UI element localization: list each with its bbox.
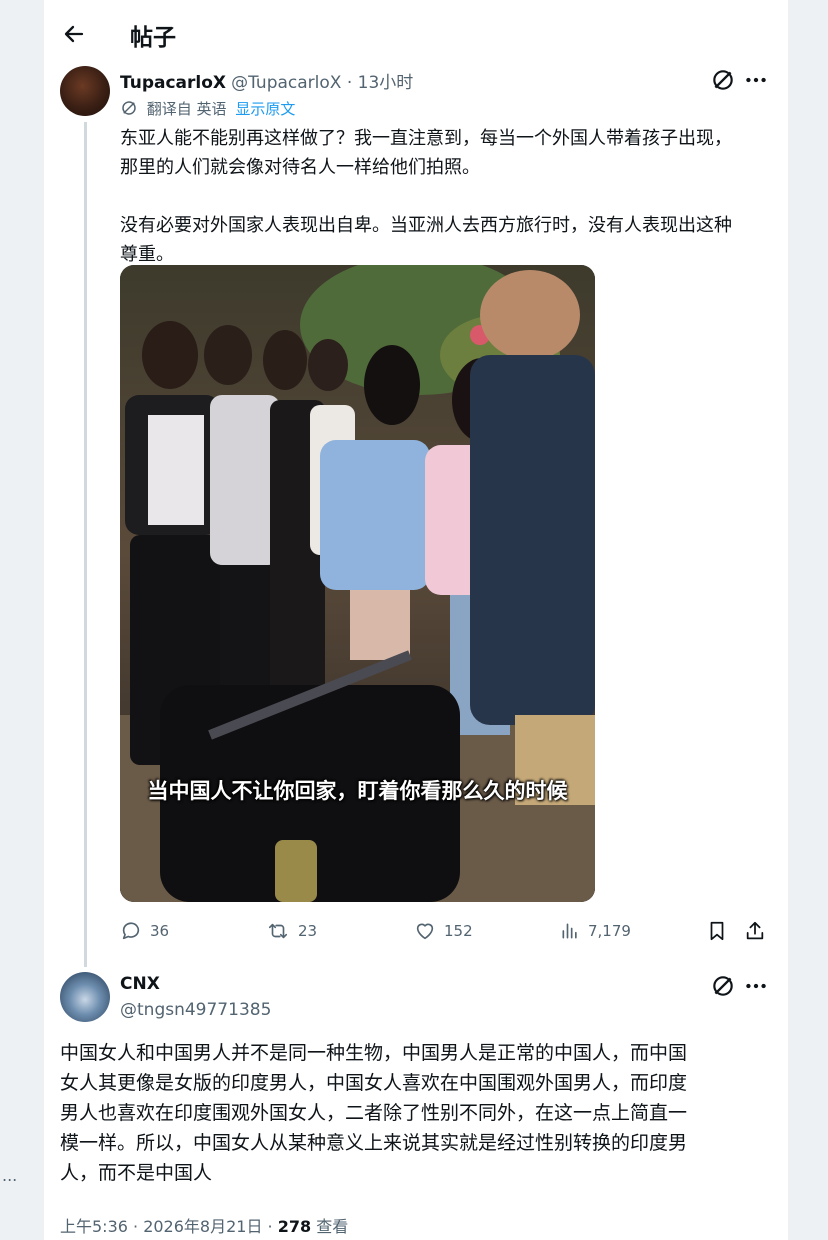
- time-separator: ·: [341, 73, 358, 93]
- author-handle[interactable]: @TupacarloX: [231, 73, 341, 93]
- post-text: 东亚人能不能别再这样做了？我一直注意到，每当一个外国人带着孩子出现， 那里的人们…: [120, 128, 732, 265]
- grok-icon[interactable]: [710, 67, 736, 93]
- author-name[interactable]: TupacarloX: [120, 73, 226, 93]
- views-count: 7,179: [588, 922, 631, 940]
- avatar[interactable]: [60, 972, 110, 1022]
- post-video[interactable]: 当中国人不让你回家，盯着你看那么久的时候: [120, 265, 595, 902]
- reply-text: 中国女人和中国男人并不是同一种生物，中国男人是正常的中国人，而中国 女人其更像是…: [60, 1042, 688, 1184]
- post-time[interactable]: 13小时: [358, 73, 414, 93]
- reply-icon: [122, 922, 140, 940]
- post-author-row: TupacarloX @TupacarloX · 13小时: [120, 68, 413, 93]
- views-total: 278: [277, 1217, 312, 1236]
- post-meta: 上午5:36 · 2026年8月21日 · 278 查看: [60, 1213, 348, 1237]
- translation-row: 翻译自 英语 显示原文: [120, 98, 295, 119]
- show-original-link[interactable]: 显示原文: [235, 100, 295, 118]
- more-icon[interactable]: [743, 973, 769, 999]
- like-icon: [416, 923, 434, 940]
- repost-button[interactable]: 23: [266, 920, 317, 942]
- author-name[interactable]: CNX: [120, 974, 160, 994]
- author-handle[interactable]: @tngsn49771385: [120, 1000, 271, 1020]
- like-count: 152: [444, 922, 473, 940]
- reply-button[interactable]: 36: [120, 920, 169, 942]
- repost-icon: [268, 923, 288, 939]
- thread-line: [84, 122, 87, 967]
- like-button[interactable]: 152: [414, 920, 473, 942]
- video-caption: 当中国人不让你回家，盯着你看那么久的时候: [147, 779, 568, 803]
- side-ellipsis: ...: [2, 1166, 18, 1185]
- grok-icon[interactable]: [710, 973, 736, 999]
- reply-count: 36: [150, 922, 170, 940]
- back-arrow-icon[interactable]: [62, 20, 86, 48]
- translate-icon: [122, 101, 136, 115]
- translated-from-label: 翻译自 英语: [146, 100, 227, 118]
- video-frame: [120, 265, 595, 902]
- views-button[interactable]: 7,179: [560, 920, 631, 942]
- views-icon: [562, 923, 577, 939]
- avatar[interactable]: [60, 66, 110, 116]
- post-timestamp[interactable]: 上午5:36 · 2026年8月21日 ·: [60, 1217, 278, 1236]
- page-title: 帖子: [130, 25, 176, 51]
- more-icon[interactable]: [743, 67, 769, 93]
- bookmark-icon[interactable]: [706, 920, 728, 942]
- views-label: 查看: [311, 1217, 349, 1236]
- share-icon[interactable]: [744, 920, 766, 942]
- repost-count: 23: [298, 922, 318, 940]
